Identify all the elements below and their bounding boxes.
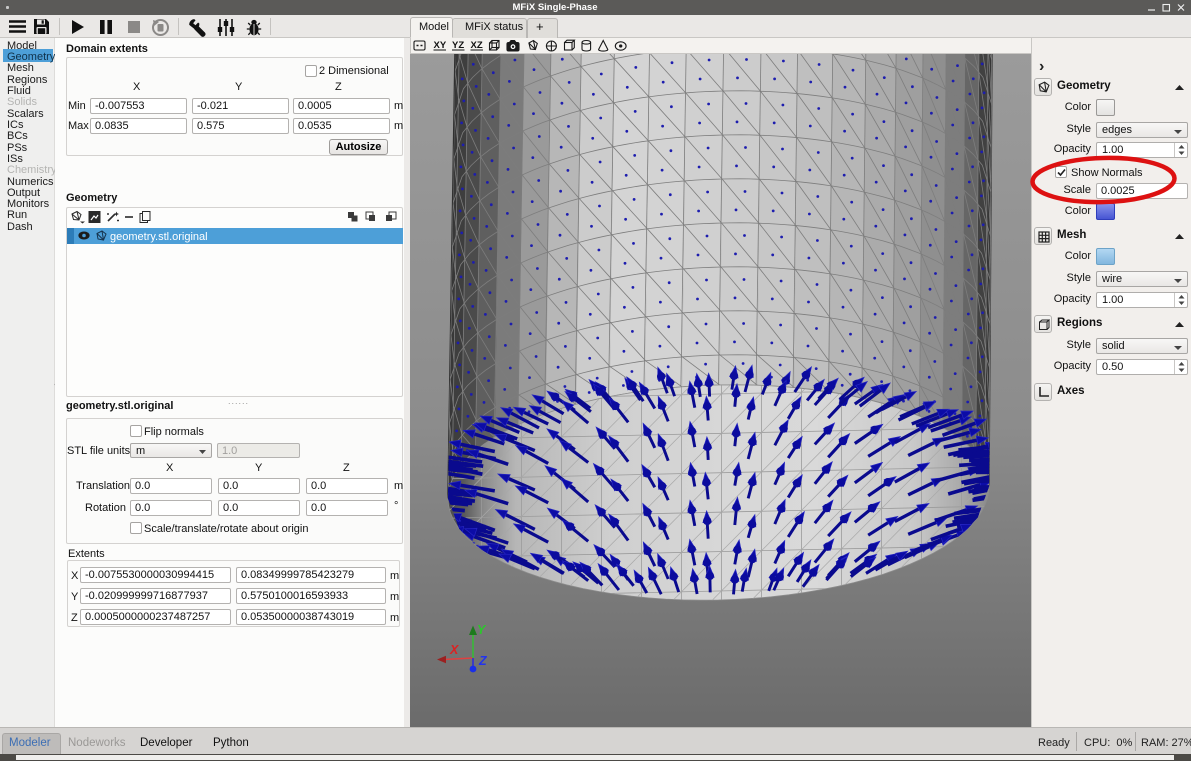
svg-text:YZ: YZ [452,40,464,51]
svg-text:X: X [449,643,459,657]
svg-text:XZ: XZ [471,40,483,51]
svg-text:Z: Z [478,654,488,668]
svg-text:XY: XY [434,40,447,51]
